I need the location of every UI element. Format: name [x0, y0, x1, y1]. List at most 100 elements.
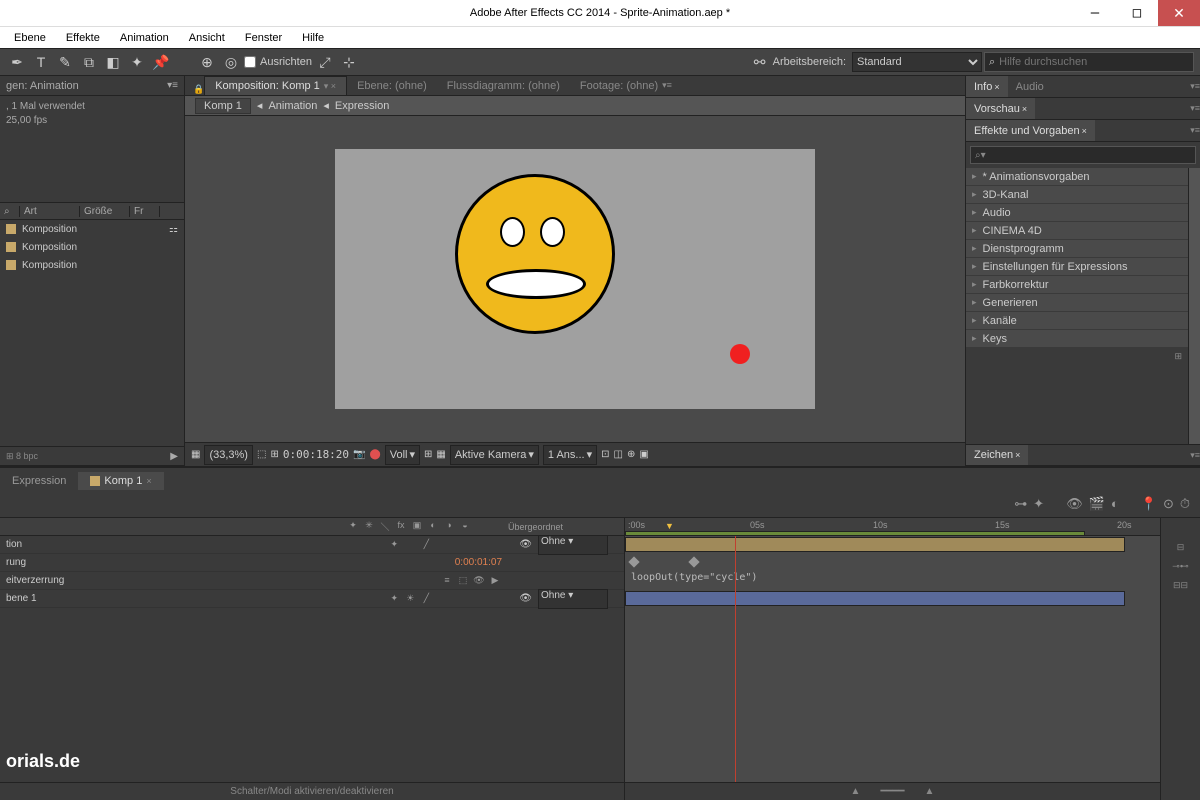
tab-ebene[interactable]: Ebene: (ohne) — [347, 76, 437, 95]
tab-vorschau[interactable]: Vorschau× — [966, 98, 1035, 119]
expression-text[interactable]: loopOut(type="cycle") — [631, 572, 757, 583]
eye-icon[interactable]: 👁 — [519, 593, 532, 604]
panel-menu-icon[interactable]: ▾≡ — [167, 80, 178, 91]
close-button[interactable]: ✕ — [1158, 0, 1200, 26]
panel-menu-icon[interactable]: ▾≡ — [1190, 450, 1200, 461]
tab-zeichen[interactable]: Zeichen× — [966, 445, 1028, 465]
views-select[interactable]: 1 Ans... ▾ — [543, 445, 597, 465]
work-area-bar[interactable] — [625, 531, 1085, 536]
layer-row[interactable]: eitverzerrung ≡⬚👁▶ — [0, 572, 624, 590]
panel-menu-icon[interactable]: ▾≡ — [1190, 81, 1200, 92]
resolution-icon[interactable]: ⬚ — [257, 449, 266, 460]
zoom-select[interactable]: (33,3%) — [204, 445, 253, 465]
maximize-button[interactable]: □ — [1116, 0, 1158, 26]
misc-icon[interactable]: ⊕ — [627, 449, 635, 460]
tool-icon[interactable]: ⊟ — [1177, 542, 1185, 553]
effect-category[interactable]: Einstellungen für Expressions — [966, 258, 1188, 276]
scrollbar[interactable] — [1188, 168, 1200, 444]
effect-category[interactable]: * Animationsvorgaben — [966, 168, 1188, 186]
tl-icon[interactable]: ⊶ — [1014, 496, 1027, 512]
effect-category[interactable]: CINEMA 4D — [966, 222, 1188, 240]
clone-tool-icon[interactable]: ⧉ — [78, 51, 100, 73]
camera-select[interactable]: Aktive Kamera ▾ — [450, 445, 539, 465]
tab-flussdiagramm[interactable]: Flussdiagramm: (ohne) — [437, 76, 570, 95]
help-search[interactable]: ⌕ — [984, 52, 1194, 72]
project-item[interactable]: Komposition — [0, 256, 184, 274]
tab-komp1[interactable]: Komp 1× — [78, 472, 163, 490]
brush-tool-icon[interactable]: ✎ — [54, 51, 76, 73]
layer-row[interactable]: tion ✦╱ 👁 Ohne ▾ — [0, 536, 624, 554]
parent-select[interactable]: Ohne ▾ — [538, 535, 608, 555]
menu-ansicht[interactable]: Ansicht — [179, 27, 235, 48]
channel-icon[interactable]: ⬤ — [370, 449, 381, 460]
quality-select[interactable]: Voll ▾ — [385, 445, 420, 465]
timecode-display[interactable]: 0:00:18:20 — [283, 448, 349, 461]
pin-tool-icon[interactable]: 📌 — [150, 51, 172, 73]
menu-ebene[interactable]: Ebene — [4, 27, 56, 48]
keyframe-icon[interactable] — [688, 556, 699, 567]
menu-animation[interactable]: Animation — [110, 27, 179, 48]
misc-icon[interactable]: ▣ — [639, 449, 648, 460]
playhead-marker-icon[interactable]: ▼ — [665, 521, 674, 531]
eraser-tool-icon[interactable]: ◧ — [102, 51, 124, 73]
rotobrush-tool-icon[interactable]: ✦ — [126, 51, 148, 73]
effect-category[interactable]: Farbkorrektur — [966, 276, 1188, 294]
minimize-button[interactable]: — — [1074, 0, 1116, 26]
resolution2-icon[interactable]: ⊞ — [270, 449, 278, 460]
guides-icon[interactable]: ▦ — [436, 449, 445, 460]
timeline-scrollbar[interactable]: ▲━━━━▲ — [625, 782, 1160, 800]
timeline-footer[interactable]: Schalter/Modi aktivieren/deaktivieren — [0, 782, 624, 800]
snap-icon[interactable]: ⊕ — [196, 51, 218, 73]
crosshair-icon[interactable]: ⊹ — [338, 51, 360, 73]
keyframe-icon[interactable] — [628, 556, 639, 567]
effect-category[interactable]: 3D-Kanal — [966, 186, 1188, 204]
help-search-input[interactable] — [999, 56, 1189, 68]
timeline-tracks[interactable]: :00s 05s 10s 15s 20s ▼ loopOut(type="cyc… — [625, 518, 1160, 800]
pen-tool-icon[interactable]: ✒ — [6, 51, 28, 73]
menu-effekte[interactable]: Effekte — [56, 27, 110, 48]
layer-row[interactable]: bene 1 ✦☀╱ 👁 Ohne ▾ — [0, 590, 624, 608]
tab-effects[interactable]: Effekte und Vorgaben× — [966, 120, 1095, 141]
new-bin-icon[interactable]: ⊞ — [1174, 351, 1182, 363]
align-checkbox[interactable]: Ausrichten — [244, 56, 312, 68]
menu-fenster[interactable]: Fenster — [235, 27, 292, 48]
text-tool-icon[interactable]: T — [30, 51, 52, 73]
play-icon[interactable]: ▶ — [170, 451, 178, 462]
panel-menu-icon[interactable]: ▾≡ — [1190, 125, 1200, 136]
tab-expression[interactable]: Expression — [0, 472, 78, 490]
crumb-animation[interactable]: Animation — [268, 100, 317, 112]
menu-hilfe[interactable]: Hilfe — [292, 27, 334, 48]
effect-category[interactable]: Keys — [966, 330, 1188, 348]
eye-icon[interactable]: 👁 — [519, 539, 532, 550]
tl-icon[interactable]: ◐ — [1111, 496, 1119, 511]
parent-select[interactable]: Ohne ▾ — [538, 589, 608, 609]
tl-icon[interactable]: ✦ — [1033, 496, 1044, 512]
tool-icon[interactable]: ⊸⊷ — [1172, 561, 1189, 572]
tab-audio[interactable]: Audio — [1008, 76, 1052, 97]
viewport[interactable] — [185, 116, 965, 442]
tab-info[interactable]: Info× — [966, 76, 1008, 97]
effect-category[interactable]: Kanäle — [966, 312, 1188, 330]
tl-icon[interactable]: ⊙ — [1163, 496, 1174, 512]
grid-toggle-icon[interactable]: ▦ — [191, 449, 200, 460]
effect-category[interactable]: Dienstprogramm — [966, 240, 1188, 258]
crumb-komp1[interactable]: Komp 1 — [195, 98, 251, 114]
effects-search[interactable]: ⌕▾ — [970, 146, 1196, 164]
tl-icon[interactable]: 📍 — [1141, 496, 1157, 512]
misc-icon[interactable]: ⊡ — [601, 449, 609, 460]
layer-bar[interactable] — [625, 537, 1125, 552]
playhead[interactable] — [735, 536, 736, 782]
tab-komposition[interactable]: Komposition: Komp 1▾ × — [204, 76, 347, 95]
effect-category[interactable]: Generieren — [966, 294, 1188, 312]
layer-bar[interactable] — [625, 591, 1125, 606]
link-icon[interactable]: ⚯ — [749, 51, 771, 73]
project-item[interactable]: Komposition⚏ — [0, 220, 184, 238]
tab-footage[interactable]: Footage: (ohne)▾≡ — [570, 76, 682, 95]
crumb-expression[interactable]: Expression — [335, 100, 389, 112]
lock-icon[interactable]: 🔒 — [193, 84, 204, 95]
effect-category[interactable]: Audio — [966, 204, 1188, 222]
layer-row[interactable]: rung 0:00:01:07 — [0, 554, 624, 572]
tl-icon[interactable]: 👁 — [1066, 496, 1083, 512]
project-item[interactable]: Komposition — [0, 238, 184, 256]
misc-icon[interactable]: ◫ — [614, 449, 623, 460]
